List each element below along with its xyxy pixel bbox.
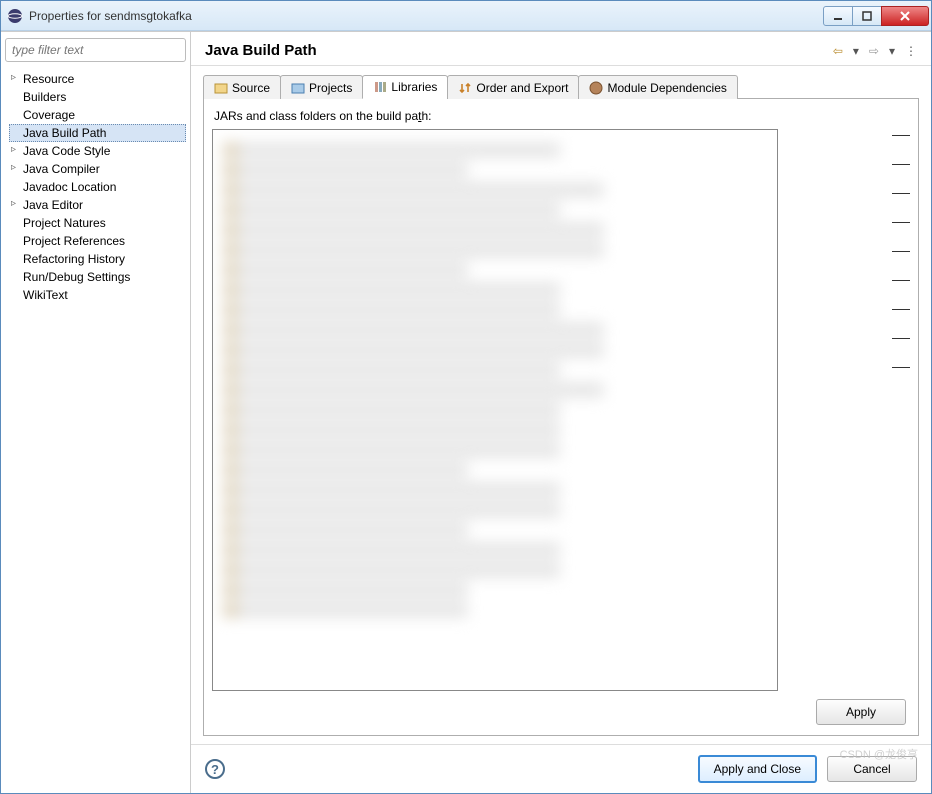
tab-libraries[interactable]: Libraries: [362, 75, 448, 99]
apply-row: Apply: [212, 691, 910, 725]
side-button-placeholder: [892, 164, 910, 165]
tab-projects[interactable]: Projects: [280, 75, 363, 99]
tree-item-run-debug-settings[interactable]: Run/Debug Settings: [9, 268, 186, 286]
tab-label: Order and Export: [476, 81, 568, 95]
dialog-footer: ? Apply and Close Cancel: [191, 744, 931, 793]
tree-item-project-references[interactable]: Project References: [9, 232, 186, 250]
libraries-icon: [373, 80, 387, 94]
tree-item-java-editor[interactable]: Java Editor: [9, 196, 186, 214]
window-title: Properties for sendmsgtokafka: [29, 9, 824, 23]
content-area: Source Projects Libraries Order and Export M…: [191, 66, 931, 744]
source-icon: [214, 81, 228, 95]
pane-label: JARs and class folders on the build path…: [214, 109, 910, 123]
property-tree[interactable]: ResourceBuildersCoverageJava Build PathJ…: [5, 70, 186, 304]
page-title: Java Build Path: [205, 42, 833, 59]
tab-label: Libraries: [391, 80, 437, 94]
tab-order-and-export[interactable]: Order and Export: [447, 75, 579, 99]
tab-source[interactable]: Source: [203, 75, 281, 99]
jars-listbox[interactable]: [212, 129, 778, 691]
projects-icon: [291, 81, 305, 95]
blurred-content: [213, 130, 777, 634]
tree-item-project-natures[interactable]: Project Natures: [9, 214, 186, 232]
window-controls: [824, 6, 929, 26]
tree-item-coverage[interactable]: Coverage: [9, 106, 186, 124]
module-icon: [589, 81, 603, 95]
filter-input[interactable]: [5, 38, 186, 62]
tree-item-javadoc-location[interactable]: Javadoc Location: [9, 178, 186, 196]
properties-dialog: Properties for sendmsgtokafka ResourceBu…: [0, 0, 932, 794]
view-menu-icon[interactable]: ⋮: [905, 44, 917, 58]
tree-item-refactoring-history[interactable]: Refactoring History: [9, 250, 186, 268]
tab-label: Module Dependencies: [607, 81, 726, 95]
eclipse-icon: [7, 8, 23, 24]
back-icon[interactable]: ⇦: [833, 44, 843, 58]
page-header: Java Build Path ⇦ ▾ ⇨ ▾ ⋮: [191, 32, 931, 66]
header-nav: ⇦ ▾ ⇨ ▾ ⋮: [833, 44, 917, 58]
apply-button[interactable]: Apply: [816, 699, 906, 725]
forward-icon[interactable]: ⇨: [869, 44, 879, 58]
minimize-button[interactable]: [823, 6, 853, 26]
dialog-body: ResourceBuildersCoverageJava Build PathJ…: [1, 31, 931, 793]
tree-item-wikitext[interactable]: WikiText: [9, 286, 186, 304]
forward-menu-icon[interactable]: ▾: [889, 44, 895, 58]
side-button-placeholder: [892, 309, 910, 310]
apply-and-close-button[interactable]: Apply and Close: [698, 755, 817, 783]
tab-label: Source: [232, 81, 270, 95]
order-icon: [458, 81, 472, 95]
tab-label: Projects: [309, 81, 352, 95]
side-button-placeholder: [892, 193, 910, 194]
side-buttons: [790, 129, 910, 691]
side-button-placeholder: [892, 338, 910, 339]
cancel-button[interactable]: Cancel: [827, 756, 917, 782]
tab-module-dependencies[interactable]: Module Dependencies: [578, 75, 737, 99]
side-button-placeholder: [892, 222, 910, 223]
tab-libraries-pane: JARs and class folders on the build path…: [203, 99, 919, 736]
titlebar[interactable]: Properties for sendmsgtokafka: [1, 1, 931, 31]
help-icon[interactable]: ?: [205, 759, 225, 779]
side-button-placeholder: [892, 251, 910, 252]
tree-item-java-compiler[interactable]: Java Compiler: [9, 160, 186, 178]
maximize-button[interactable]: [852, 6, 882, 26]
sidebar: ResourceBuildersCoverageJava Build PathJ…: [1, 32, 191, 793]
back-menu-icon[interactable]: ▾: [853, 44, 859, 58]
side-button-placeholder: [892, 135, 910, 136]
tree-item-java-build-path[interactable]: Java Build Path: [9, 124, 186, 142]
pane-row: [212, 129, 910, 691]
tree-item-resource[interactable]: Resource: [9, 70, 186, 88]
tree-item-builders[interactable]: Builders: [9, 88, 186, 106]
side-button-placeholder: [892, 280, 910, 281]
tree-item-java-code-style[interactable]: Java Code Style: [9, 142, 186, 160]
main-panel: Java Build Path ⇦ ▾ ⇨ ▾ ⋮ Source Projects…: [191, 32, 931, 793]
tab-bar: Source Projects Libraries Order and Export M…: [203, 74, 919, 99]
close-button[interactable]: [881, 6, 929, 26]
side-button-placeholder: [892, 367, 910, 368]
